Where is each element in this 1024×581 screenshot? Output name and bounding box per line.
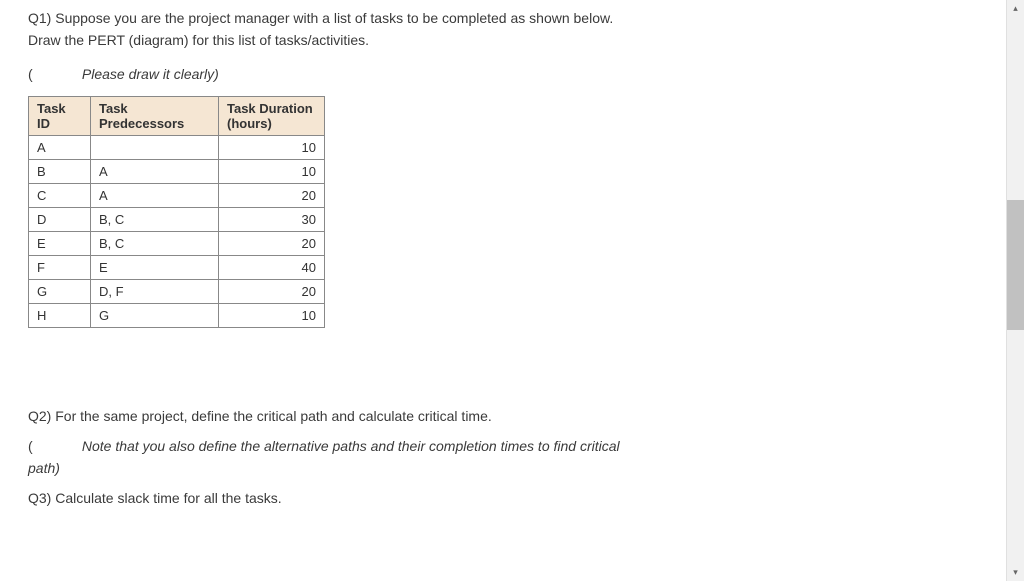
q2-note: ( Note that you also define the alternat… [28,438,978,454]
q1-paren: ( [28,66,78,82]
q2-note-text: Note that you also define the alternativ… [82,438,620,454]
table-row: B A 10 [29,160,325,184]
cell-id: F [29,256,91,280]
cell-id: A [29,136,91,160]
scroll-thumb[interactable] [1007,200,1024,330]
tasks-table: Task ID Task Predecessors Task Duration … [28,96,325,328]
cell-dur: 10 [219,136,325,160]
table-row: A 10 [29,136,325,160]
table-row: H G 10 [29,304,325,328]
q2-text: Q2) For the same project, define the cri… [28,408,978,424]
cell-id: D [29,208,91,232]
cell-id: B [29,160,91,184]
table-row: D B, C 30 [29,208,325,232]
table-row: F E 40 [29,256,325,280]
cell-dur: 20 [219,184,325,208]
vertical-scrollbar[interactable]: ▴ ▾ [1007,0,1024,581]
chevron-up-icon: ▴ [1013,3,1018,14]
cell-pred: E [91,256,219,280]
header-task-dur: Task Duration (hours) [219,97,325,136]
cell-id: C [29,184,91,208]
table-row: C A 20 [29,184,325,208]
cell-id: E [29,232,91,256]
document-content: Q1) Suppose you are the project manager … [0,0,1007,581]
cell-id: H [29,304,91,328]
cell-pred: A [91,160,219,184]
cell-id: G [29,280,91,304]
scroll-up-button[interactable]: ▴ [1007,0,1024,17]
q3-text: Q3) Calculate slack time for all the tas… [28,490,978,506]
cell-dur: 10 [219,160,325,184]
cell-dur: 40 [219,256,325,280]
cell-dur: 10 [219,304,325,328]
q1-line1: Q1) Suppose you are the project manager … [28,10,978,26]
header-task-pred: Task Predecessors [91,97,219,136]
table-row: G D, F 20 [29,280,325,304]
q2-paren: ( [28,438,78,454]
cell-pred: B, C [91,208,219,232]
q2-path: path) [28,460,978,476]
q1-note: ( Please draw it clearly) [28,66,978,82]
cell-pred: D, F [91,280,219,304]
cell-dur: 20 [219,232,325,256]
cell-dur: 30 [219,208,325,232]
scroll-down-button[interactable]: ▾ [1007,564,1024,581]
table-row: E B, C 20 [29,232,325,256]
header-task-id: Task ID [29,97,91,136]
q1-line2: Draw the PERT (diagram) for this list of… [28,32,978,48]
cell-pred: A [91,184,219,208]
cell-pred [91,136,219,160]
cell-pred: B, C [91,232,219,256]
chevron-down-icon: ▾ [1013,567,1018,578]
q1-note-text: Please draw it clearly) [82,66,219,82]
cell-dur: 20 [219,280,325,304]
cell-pred: G [91,304,219,328]
